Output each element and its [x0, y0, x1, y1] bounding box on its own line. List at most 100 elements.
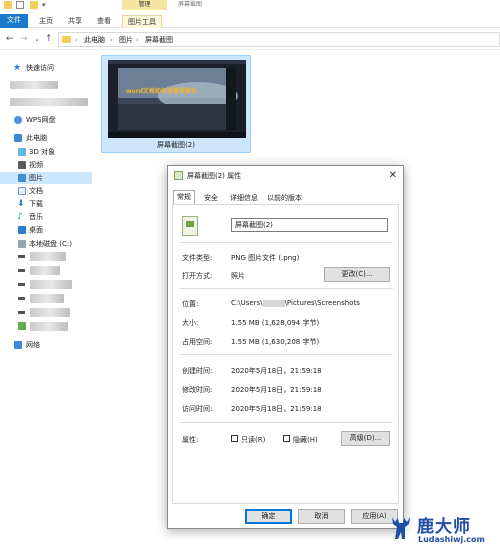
nav-label: WPS网盘 [26, 116, 56, 124]
blurred-item [10, 81, 58, 89]
nav-item-documents[interactable]: 文档 [0, 185, 92, 197]
recent-locations-icon[interactable]: ⌄ [34, 33, 40, 45]
location-value: C:\Users\ \Pictures\Screenshots [231, 299, 360, 307]
divider [180, 242, 393, 243]
blurred-item [10, 98, 88, 106]
divider [180, 422, 393, 423]
readonly-label[interactable]: 只读(R) [241, 435, 265, 445]
computer-icon [14, 134, 22, 142]
up-arrow-icon[interactable]: ↑ [45, 33, 53, 45]
dialog-title-bar: 屏幕截图(2) 属性 ✕ [168, 166, 403, 186]
hidden-label[interactable]: 隐藏(H) [293, 435, 318, 445]
nav-label: 桌面 [29, 226, 43, 234]
created-value: 2020年5月18日，21:59:18 [231, 367, 322, 375]
nav-label: 图片 [29, 174, 43, 182]
properties-icon[interactable] [16, 1, 24, 9]
file-thumbnail-item[interactable]: word文档如何设置背景色 屏幕截图(2) [101, 55, 251, 153]
size-value: 1.55 MB (1,628,094 字节) [231, 319, 320, 327]
drive-icon [18, 240, 26, 248]
ok-button[interactable]: 确定 [245, 509, 292, 524]
blurred-item [30, 308, 70, 317]
cancel-button[interactable]: 取消 [298, 509, 345, 524]
advanced-button[interactable]: 高级(D)... [341, 431, 390, 446]
nav-item-this-pc[interactable]: 此电脑 [0, 132, 92, 144]
watermark: 鹿大师 Ludashiwj.com [386, 509, 500, 549]
nav-label: 视频 [29, 161, 43, 169]
breadcrumb-pictures[interactable]: 图片 [119, 34, 133, 46]
quick-access-dropdown-icon[interactable]: ▾ [42, 1, 50, 9]
drive-icon [18, 311, 25, 314]
redacted-username [262, 299, 285, 307]
nav-label: 快速访问 [26, 64, 54, 72]
readonly-checkbox[interactable] [231, 435, 238, 442]
watermark-brand: 鹿大师 [417, 517, 471, 537]
tab-general[interactable]: 常规 [173, 190, 195, 205]
divider [180, 354, 393, 355]
star-icon: ★ [13, 63, 22, 73]
file-type-label: 文件类型: [182, 254, 213, 262]
tab-previous-versions[interactable]: 以前的版本 [264, 192, 305, 204]
tab-picture-tools[interactable]: 图片工具 [122, 15, 162, 28]
drive-icon [18, 269, 25, 272]
change-button[interactable]: 更改(C)... [324, 267, 390, 282]
document-icon [18, 187, 26, 195]
tab-home[interactable]: 主页 [34, 15, 58, 28]
nav-label: 3D 对象 [29, 148, 56, 156]
close-icon[interactable]: ✕ [389, 166, 397, 186]
window-title: 屏幕截图 [178, 1, 203, 8]
nav-item-3d-objects[interactable]: 3D 对象 [0, 146, 92, 158]
opens-with-value: 照片 [231, 272, 245, 280]
nav-item-wps[interactable]: WPS网盘 [0, 114, 92, 126]
size-on-disk-label: 占用空间: [182, 338, 213, 346]
properties-dialog: 屏幕截图(2) 属性 ✕ 常规 安全 详细信息 以前的版本 文件类型: PNG … [167, 165, 404, 529]
video-icon [18, 161, 26, 169]
nav-label: 文档 [29, 187, 43, 195]
opens-with-label: 打开方式: [182, 272, 213, 280]
drive-icon [18, 255, 25, 258]
navigation-pane: ★ 快速访问 WPS网盘 此电脑 3D 对象 视频 图片 文档 ⬇ 下载 ♪ 音… [0, 50, 92, 549]
nav-label: 本地磁盘 (C:) [29, 240, 72, 248]
breadcrumb-separator: › [110, 36, 113, 44]
breadcrumb-this-pc[interactable]: 此电脑 [84, 34, 105, 46]
desktop-icon [18, 226, 26, 234]
file-name-label: 屏幕截图(2) [157, 141, 195, 149]
forward-arrow-icon[interactable]: → [20, 33, 28, 45]
nav-label: 此电脑 [26, 134, 47, 142]
nav-item-local-disk[interactable]: 本地磁盘 (C:) [0, 238, 92, 250]
attributes-label: 属性: [182, 436, 199, 444]
nav-item-network[interactable]: 网络 [0, 339, 92, 351]
nav-label: 音乐 [29, 213, 43, 221]
nav-item-downloads[interactable]: ⬇ 下载 [0, 198, 92, 210]
divider [180, 288, 393, 289]
accessed-label: 访问时间: [182, 405, 213, 413]
location-prefix: C:\Users\ [231, 299, 263, 307]
blurred-item [30, 322, 68, 331]
tab-view[interactable]: 查看 [92, 15, 116, 28]
back-arrow-icon[interactable]: ← [6, 33, 14, 45]
manage-context-tab[interactable]: 管理 [122, 0, 167, 10]
title-bar: ▾ 管理 屏幕截图 [0, 0, 500, 10]
address-field[interactable]: › 此电脑 › 图片 › 屏幕截图 [58, 32, 500, 47]
watermark-url: Ludashiwj.com [418, 535, 485, 544]
breadcrumb-screenshots[interactable]: 屏幕截图 [145, 34, 173, 46]
nav-item-quick-access[interactable]: ★ 快速访问 [0, 62, 92, 74]
tab-share[interactable]: 共享 [63, 15, 87, 28]
hidden-checkbox[interactable] [283, 435, 290, 442]
nav-item-pictures[interactable]: 图片 [0, 172, 92, 184]
tab-security[interactable]: 安全 [201, 192, 221, 204]
location-label: 位置: [182, 300, 199, 308]
image-file-icon [174, 171, 183, 180]
nav-item-videos[interactable]: 视频 [0, 159, 92, 171]
folder-icon [4, 1, 12, 9]
nav-item-desktop[interactable]: 桌面 [0, 224, 92, 236]
accessed-value: 2020年5月18日，21:59:18 [231, 405, 322, 413]
tab-file[interactable]: 文件 [0, 14, 28, 28]
nav-item-music[interactable]: ♪ 音乐 [0, 211, 92, 223]
filename-field[interactable] [231, 218, 388, 232]
general-panel: 文件类型: PNG 图片文件 (.png) 打开方式: 照片 更改(C)... … [172, 204, 399, 504]
size-on-disk-value: 1.55 MB (1,630,208 字节) [231, 338, 320, 346]
music-icon: ♪ [17, 212, 23, 222]
new-folder-icon[interactable] [30, 1, 38, 9]
tab-details[interactable]: 详细信息 [227, 192, 261, 204]
drive-icon [18, 297, 25, 300]
